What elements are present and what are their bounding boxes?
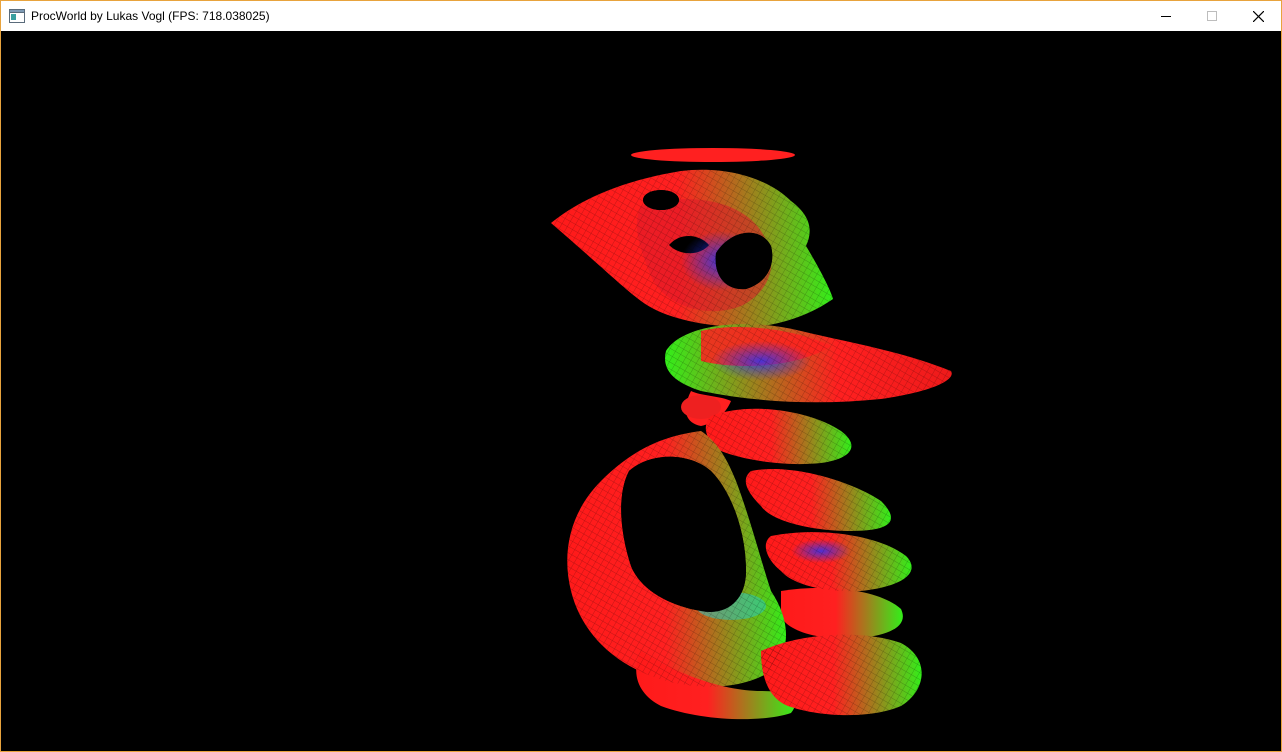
maximize-icon [1207,11,1217,21]
title-bar[interactable]: ProcWorld by Lukas Vogl (FPS: 718.038025… [1,1,1281,31]
minimize-icon [1161,16,1171,17]
app-window: ProcWorld by Lukas Vogl (FPS: 718.038025… [0,0,1282,752]
app-window-icon[interactable] [9,8,25,24]
close-icon [1252,10,1264,22]
maximize-button[interactable] [1189,1,1235,31]
window-controls [1143,1,1281,31]
close-button[interactable] [1235,1,1281,31]
procedural-mesh [551,148,952,720]
window-title: ProcWorld by Lukas Vogl (FPS: 718.038025… [31,9,270,23]
render-viewport[interactable] [1,31,1281,751]
minimize-button[interactable] [1143,1,1189,31]
